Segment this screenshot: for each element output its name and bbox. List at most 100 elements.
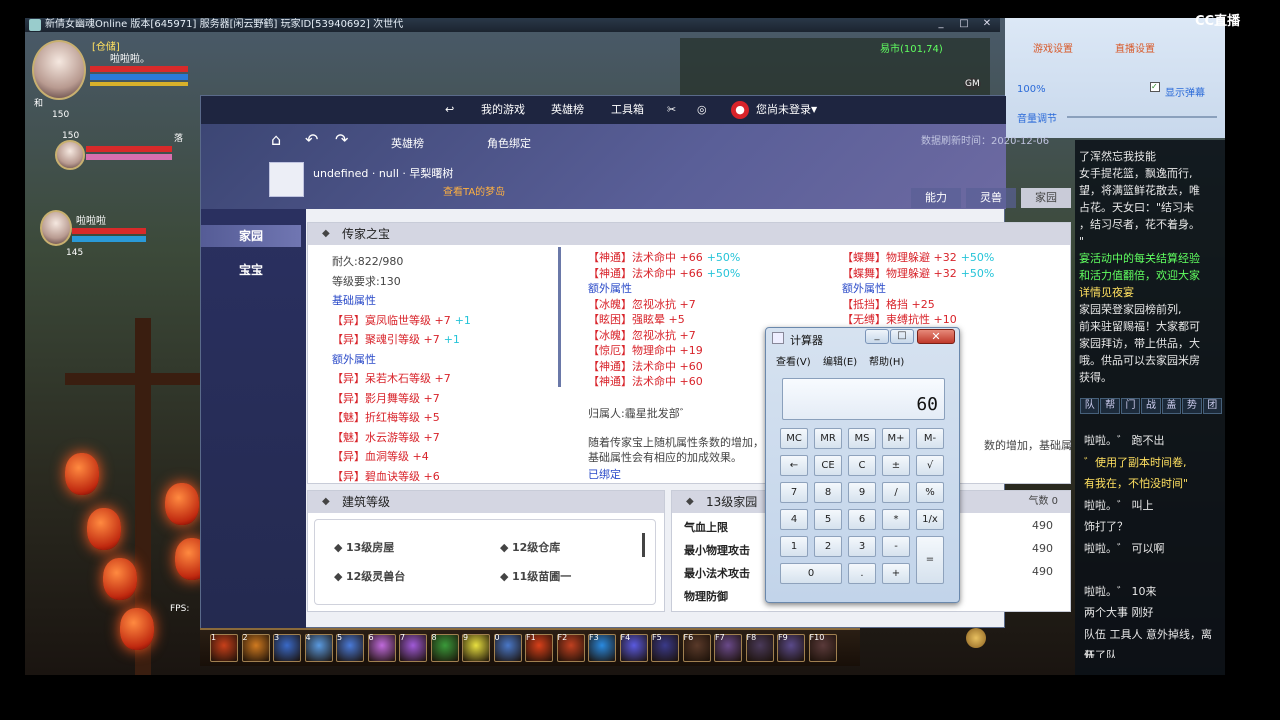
hero-tab-bind[interactable]: 角色绑定 [487, 135, 531, 151]
attribute-line: 【蝶舞】物理躲避 +32 +50% [842, 265, 994, 281]
calc-key[interactable]: 7 [780, 482, 808, 503]
sidenav-baby[interactable]: 宝宝 [201, 259, 301, 281]
stream-settings-button[interactable]: 直播设置 [1115, 40, 1155, 55]
volume-slider[interactable] [1067, 116, 1217, 118]
calc-key[interactable]: MS [848, 428, 876, 449]
lantern-beam [65, 373, 215, 385]
home-icon[interactable]: ⌂ [271, 130, 281, 149]
building-item: ◆ 11级苗圃一 [500, 570, 572, 583]
game-settings-button[interactable]: 游戏设置 [1033, 40, 1073, 55]
calc-key[interactable]: M+ [882, 428, 910, 449]
pet-avatar[interactable] [40, 210, 72, 246]
calc-key[interactable]: CE [814, 455, 842, 476]
calc-key[interactable]: 6 [848, 509, 876, 530]
gear-icon[interactable] [966, 628, 986, 648]
scrollbar[interactable] [558, 247, 561, 387]
stream-settings-panel[interactable]: 游戏设置 直播设置 100% ✓ 显示弹幕 音量调节 [1005, 18, 1225, 138]
calc-key[interactable]: C [848, 455, 876, 476]
attribute-text: 额外属性 [842, 282, 886, 295]
gm-icon[interactable]: GM [964, 78, 981, 90]
calc-menu-view[interactable]: 查看(V) [776, 353, 811, 368]
calc-key[interactable]: 4 [780, 509, 808, 530]
hero-tab-rank[interactable]: 英雄榜 [391, 135, 424, 151]
attribute-line: 【魅】折红梅等级 +5 [332, 409, 440, 425]
calc-key[interactable]: √ [916, 455, 944, 476]
chat-line: 啦啦。゛ 可以啊 [1084, 541, 1165, 555]
chat-line: ゛使用了副本时间卷, [1084, 455, 1187, 469]
nav-my-games[interactable]: 我的游戏 [481, 96, 525, 124]
calc-key[interactable]: * [882, 509, 910, 530]
calc-key[interactable]: MR [814, 428, 842, 449]
calc-minimize-button[interactable]: _ [865, 329, 889, 344]
chat-line: 哦。供品可以去家园米房 [1079, 354, 1200, 367]
hero-rtab-ability[interactable]: 能力 [911, 188, 961, 208]
maximize-button[interactable]: □ [953, 18, 975, 30]
scrollbar[interactable] [642, 533, 645, 557]
redo-icon[interactable]: ↷ [335, 130, 348, 149]
calc-key[interactable]: 9 [848, 482, 876, 503]
hero-rtab-home[interactable]: 家园 [1021, 188, 1071, 208]
heirloom-header: ◆ 传家之宝 [308, 223, 1070, 245]
undo-icon[interactable]: ↶ [305, 130, 318, 149]
chat-line: 前来驻留赐福！大家都可 [1079, 320, 1200, 333]
chevron-down-icon[interactable]: ▼ [811, 96, 817, 124]
chat-tab[interactable]: 盖 [1161, 398, 1182, 414]
calc-key[interactable]: % [916, 482, 944, 503]
calc-key[interactable]: = [916, 536, 944, 584]
home-title: 13级家园 [706, 495, 758, 509]
tools-icon[interactable]: ✂ [667, 96, 676, 124]
calculator-window[interactable]: 计算器 _ □ ✕ 查看(V) 编辑(E) 帮助(H) 60 MC MR MS M+ M… [765, 327, 960, 603]
minimize-button[interactable]: _ [930, 18, 952, 30]
calc-key[interactable]: - [882, 536, 910, 557]
chat-tab[interactable]: 门 [1120, 398, 1141, 414]
pet-mp-bar [72, 236, 146, 242]
minimap-area[interactable]: 易市(101,74) GM [680, 38, 990, 98]
calc-key[interactable]: 2 [814, 536, 842, 557]
support-icon[interactable]: ◎ [697, 96, 707, 124]
calc-key[interactable]: 1 [780, 536, 808, 557]
chat-tab[interactable]: 势 [1182, 398, 1202, 414]
attribute-text: 【异】寞凤临世等级 +7 [332, 313, 451, 327]
nav-toolbox[interactable]: 工具箱 [611, 96, 644, 124]
calc-maximize-button[interactable]: □ [890, 329, 914, 344]
calc-key[interactable]: + [882, 563, 910, 584]
side-nav: 家园 宝宝 [201, 209, 306, 629]
attribute-line: 【蝶舞】物理躲避 +32 +50% [842, 249, 994, 265]
back-icon[interactable]: ↩ [445, 96, 454, 124]
calc-menu-edit[interactable]: 编辑(E) [823, 353, 857, 368]
calc-key[interactable]: M- [916, 428, 944, 449]
calc-key[interactable]: . [848, 563, 876, 584]
calc-key[interactable]: ± [882, 455, 910, 476]
attribute-line: 【异】血洞等级 +4 [332, 448, 429, 464]
attribute-line: 【异】呆若木石等级 +7 [332, 370, 451, 386]
login-status[interactable]: 您尚未登录 [756, 96, 811, 124]
calc-close-button[interactable]: ✕ [917, 329, 955, 344]
attribute-text: 等级要求:130 [332, 274, 401, 288]
chat-channel-tabs[interactable]: 队帮门战盖势团 [1080, 398, 1222, 414]
party-avatar[interactable] [55, 140, 85, 170]
dream-island-link[interactable]: 查看TA的梦岛 [443, 183, 505, 198]
calc-key[interactable]: 5 [814, 509, 842, 530]
chat-tab[interactable]: 战 [1141, 398, 1161, 414]
calc-key[interactable]: 3 [848, 536, 876, 557]
attribute-text: 【异】碧血诀等级 +6 [332, 469, 440, 483]
skill-hotkey: 2 [242, 633, 248, 642]
calc-key[interactable]: 0 [780, 563, 842, 584]
chat-tab[interactable]: 队 [1080, 398, 1100, 414]
calc-key[interactable]: MC [780, 428, 808, 449]
calc-key[interactable]: ← [780, 455, 808, 476]
nav-hero-rank[interactable]: 英雄榜 [551, 96, 584, 124]
hero-rtab-pet[interactable]: 灵兽 [966, 188, 1016, 208]
close-button[interactable]: ✕ [976, 18, 998, 30]
calc-key[interactable]: 1/x [916, 509, 944, 530]
chat-messages[interactable]: 啦啦。゛ 跑不出 ゛使用了副本时间卷, 有我在，不怕没时间" 啦啦。゛ 叫上 饰打了？ 啦… [1080, 418, 1222, 658]
attribute-text: 额外属性 [588, 282, 632, 295]
player-avatar[interactable] [32, 40, 86, 100]
calc-key[interactable]: / [882, 482, 910, 503]
chat-tab[interactable]: 帮 [1100, 398, 1120, 414]
danmaku-checkbox[interactable]: ✓ [1150, 82, 1160, 92]
sidenav-home[interactable]: 家园 [201, 225, 301, 247]
calc-menu-help[interactable]: 帮助(H) [869, 353, 904, 368]
chat-tab[interactable]: 团 [1202, 398, 1222, 414]
calc-key[interactable]: 8 [814, 482, 842, 503]
